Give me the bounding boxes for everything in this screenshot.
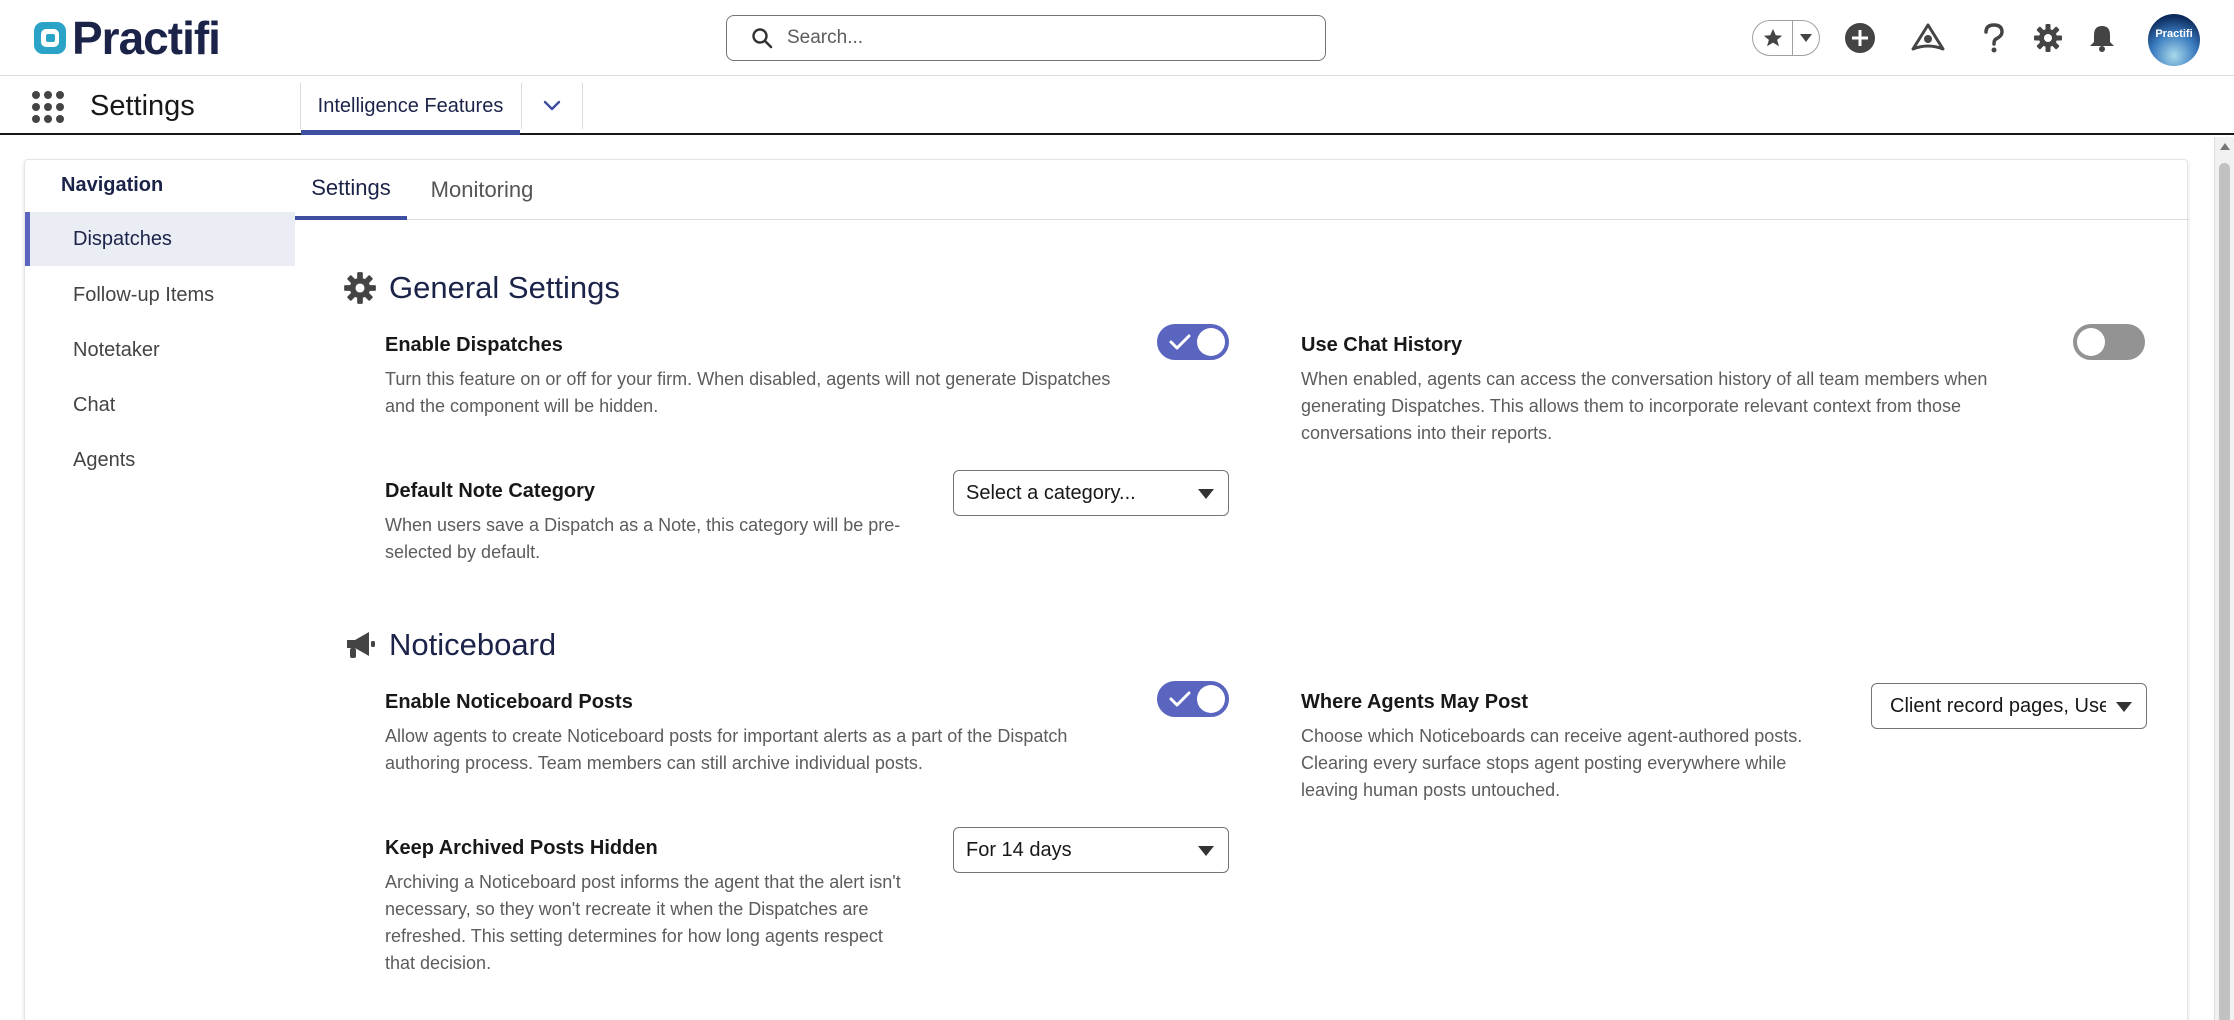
- avatar-text: Practifi: [2155, 28, 2193, 40]
- tab-menu-button[interactable]: [522, 83, 582, 129]
- global-search[interactable]: [726, 15, 1326, 61]
- settings-content: Settings Monitoring General Settings Ena…: [295, 160, 2189, 1020]
- dropdown-arrow-icon: [1198, 489, 1214, 499]
- use-chat-history-label: Use Chat History: [1301, 334, 1463, 356]
- scrollbar-thumb[interactable]: [2219, 163, 2230, 1020]
- default-note-category-select[interactable]: Select a category...: [953, 470, 1229, 516]
- trailhead-icon: [1911, 23, 1945, 51]
- global-header: Practifi Search... Practifi: [0, 0, 2234, 76]
- help-button[interactable]: [1976, 20, 2012, 56]
- sub-tab-bar: Settings Monitoring: [295, 160, 2189, 220]
- where-agents-may-post-description: Choose which Noticeboards can receive ag…: [1301, 726, 1803, 800]
- sidebar-item-notetaker[interactable]: Notetaker: [25, 323, 295, 377]
- default-note-category-description: When users save a Dispatch as a Note, th…: [385, 515, 901, 562]
- favorites-list-button[interactable]: [1793, 21, 1819, 55]
- enable-noticeboard-posts-label: Enable Noticeboard Posts: [385, 691, 633, 713]
- scroll-up-arrow-icon[interactable]: [2220, 143, 2230, 150]
- help-icon: [1984, 23, 2004, 53]
- section-title-text: General Settings: [389, 270, 620, 305]
- notifications-bell-icon: [2090, 26, 2114, 52]
- page-scrollbar[interactable]: [2214, 137, 2234, 1020]
- favorites-caret-icon: [1800, 34, 1812, 42]
- tab-intelligence-features[interactable]: Intelligence Features: [301, 83, 520, 135]
- logo-text: Practifi: [72, 12, 221, 64]
- favorites-star-icon: [1763, 28, 1782, 47]
- favorites-button[interactable]: [1753, 21, 1793, 55]
- notifications-button[interactable]: [2084, 20, 2120, 56]
- settings-card: Navigation Dispatches Follow-up Items No…: [24, 159, 2189, 1020]
- user-avatar[interactable]: Practifi: [2148, 14, 2200, 66]
- app-name: Settings: [90, 90, 195, 122]
- setup-button[interactable]: [2030, 20, 2066, 56]
- sidebar-item-agents[interactable]: Agents: [25, 433, 295, 487]
- sidebar-item-dispatches[interactable]: Dispatches: [25, 212, 295, 266]
- toggle-knob: [1197, 685, 1225, 713]
- noticeboard-heading: Noticeboard: [343, 627, 556, 663]
- side-navigation: Navigation Dispatches Follow-up Items No…: [25, 160, 295, 1020]
- enable-dispatches-toggle[interactable]: [1157, 324, 1229, 360]
- dropdown-arrow-icon: [2116, 702, 2132, 712]
- favorites-group: [1752, 20, 1820, 56]
- where-agents-may-post-label: Where Agents May Post: [1301, 691, 1529, 713]
- check-icon: [1169, 334, 1191, 350]
- use-chat-history-description: When enabled, agents can access the conv…: [1301, 369, 1988, 443]
- general-settings-heading: General Settings: [343, 270, 620, 306]
- global-actions-button[interactable]: [1842, 20, 1878, 56]
- add-icon: [1845, 23, 1875, 53]
- keep-archived-posts-hidden-select[interactable]: For 14 days: [953, 827, 1229, 873]
- app-launcher-icon[interactable]: [32, 91, 64, 123]
- enable-noticeboard-posts-description: Allow agents to create Noticeboard posts…: [385, 726, 1068, 773]
- trailhead-button[interactable]: [1910, 20, 1946, 56]
- check-icon: [1169, 691, 1191, 707]
- enable-dispatches-label: Enable Dispatches: [385, 334, 563, 356]
- use-chat-history-toggle[interactable]: [2073, 324, 2145, 360]
- dropdown-arrow-icon: [1198, 846, 1214, 856]
- setup-gear-icon: [2034, 24, 2062, 52]
- enable-dispatches-description: Turn this feature on or off for your fir…: [385, 369, 1111, 416]
- side-nav-title: Navigation: [61, 174, 164, 196]
- nav-divider: [582, 83, 583, 129]
- toggle-knob: [1197, 328, 1225, 356]
- tab-monitoring[interactable]: Monitoring: [407, 160, 557, 220]
- practifi-logo[interactable]: Practifi: [32, 12, 221, 64]
- sidebar-item-follow-up-items[interactable]: Follow-up Items: [25, 268, 295, 322]
- where-agents-may-post-select[interactable]: Client record pages, Use: [1871, 683, 2147, 729]
- gear-icon: [344, 272, 376, 304]
- section-title-text: Noticeboard: [389, 627, 557, 662]
- default-note-category-label: Default Note Category: [385, 480, 596, 502]
- chevron-down-icon: [543, 100, 561, 111]
- search-icon: [752, 28, 773, 49]
- keep-archived-posts-hidden-label: Keep Archived Posts Hidden: [385, 837, 658, 859]
- search-input[interactable]: [787, 27, 1287, 49]
- keep-archived-posts-hidden-description: Archiving a Noticeboard post informs the…: [385, 872, 901, 973]
- tab-settings[interactable]: Settings: [295, 160, 407, 220]
- megaphone-icon: [347, 632, 375, 658]
- enable-noticeboard-posts-toggle[interactable]: [1157, 681, 1229, 717]
- app-navigation-bar: Settings Intelligence Features: [0, 77, 2234, 135]
- toggle-knob: [2077, 328, 2105, 356]
- sidebar-item-chat[interactable]: Chat: [25, 378, 295, 432]
- practifi-logo-icon: [34, 22, 66, 54]
